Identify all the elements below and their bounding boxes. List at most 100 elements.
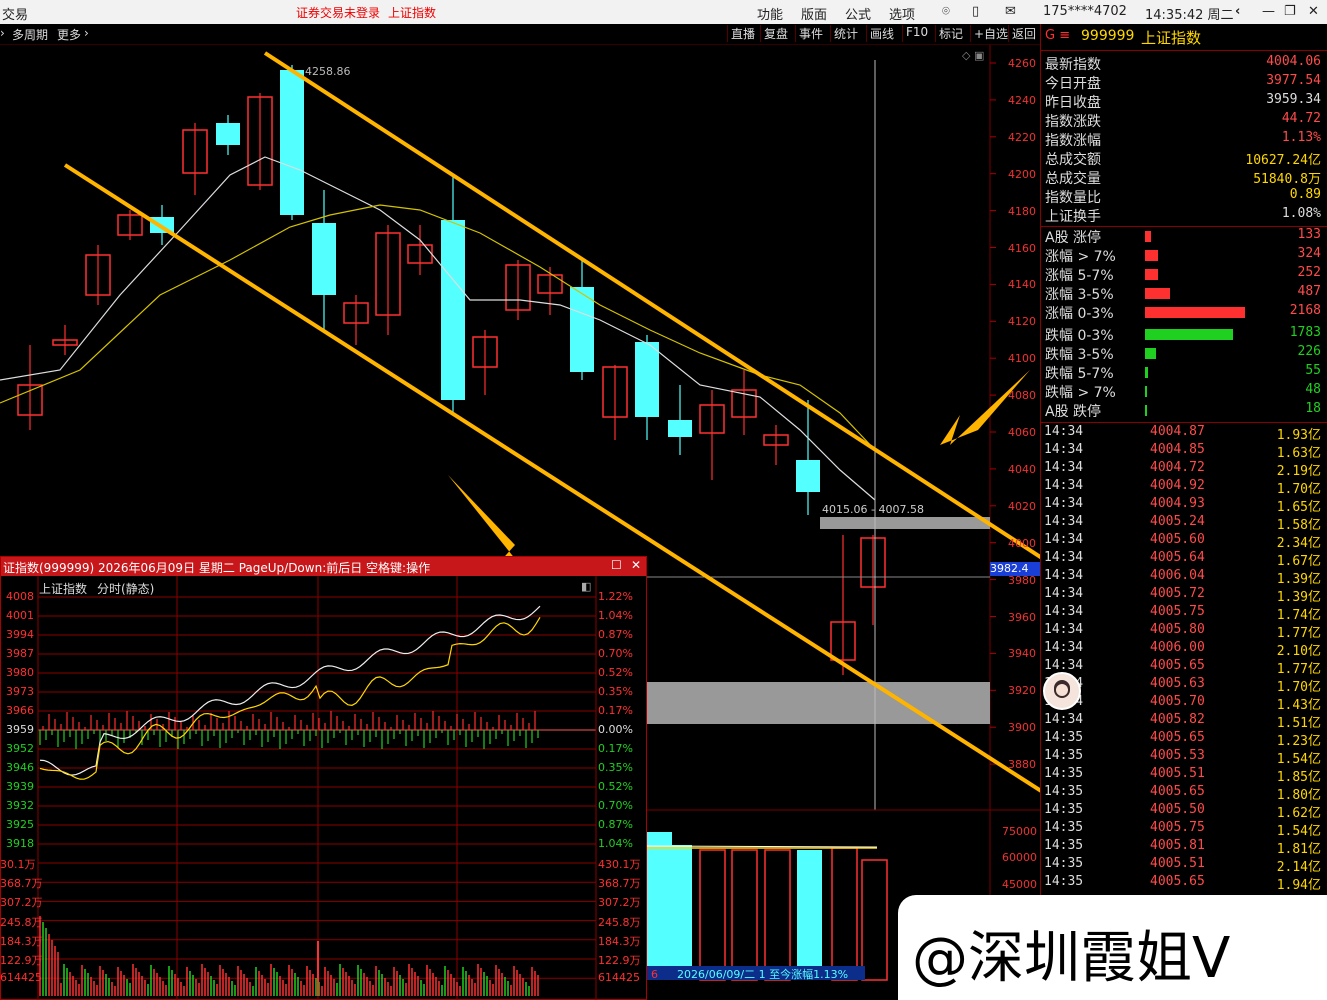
intraday-price-tick: 3918 [6,837,34,850]
multi-period-button[interactable]: 多周期 [12,26,48,43]
tick-volume: 1.58亿 [1276,518,1321,533]
quote-row: 指数量比 0.89 [1045,187,1325,206]
breadth-value: 133 [1297,227,1321,242]
breadth-bar [1145,288,1170,299]
breadth-row[interactable]: 涨幅 5-7% 252 [1045,265,1325,284]
return-button[interactable]: 返回 [1008,25,1039,42]
intraday-vol-tick-left: 122.9万 [0,954,43,967]
code-prefix[interactable]: G ≡ [1045,28,1070,43]
breadth-row[interactable]: 涨幅 0-3% 2168 [1045,303,1325,322]
price-band-lower [647,682,990,724]
quote-row: 上证换手 1.08% [1045,206,1325,225]
tick-time: 14:35 [1044,838,1084,853]
tick-time: 14:34 [1044,442,1084,457]
tick-volume: 1.70亿 [1276,482,1321,497]
back-icon[interactable]: ‹ [1235,4,1240,19]
tick-price: 4005.51 [1150,766,1205,781]
menu-function[interactable]: 功能 [757,4,783,23]
breadth-label: 跌幅 3-5% [1045,347,1114,363]
candle-body [216,123,240,145]
tick-price: 4005.70 [1150,694,1205,709]
breadth-row[interactable]: 跌幅 3-5% 226 [1045,344,1325,363]
tick-volume: 1.51亿 [1276,716,1321,731]
breadth-row[interactable]: 涨幅 3-5% 487 [1045,284,1325,303]
stock-code: 999999 [1081,28,1135,44]
login-status[interactable]: 证券交易未登录 [296,4,380,21]
quote-label: 上证换手 [1045,209,1101,225]
add-watchlist-button[interactable]: +自选 [970,25,1011,42]
f10-button[interactable]: F10 [902,25,931,42]
minimize-icon[interactable]: — [1262,4,1275,19]
breadth-row[interactable]: 跌幅 5-7% 55 [1045,363,1325,382]
mail-icon[interactable]: ✉ [1005,4,1016,19]
breadth-row[interactable]: A股 跌停 18 [1045,401,1325,420]
tick-price: 4005.53 [1150,748,1205,763]
events-button[interactable]: 事件 [795,25,826,42]
quote-row: 昨日收盘 3959.34 [1045,92,1325,111]
tick-price: 4005.60 [1150,532,1205,547]
tick-time: 14:35 [1044,784,1084,799]
breadth-row[interactable]: A股 涨停 133 [1045,227,1325,246]
restore-icon[interactable]: ❐ [1284,4,1296,19]
y-axis-tick: 4140 [1008,278,1036,292]
breadth-row[interactable]: 涨幅 > 7% 324 [1045,246,1325,265]
more-button[interactable]: 更多 [57,26,81,43]
volume-bar [831,847,858,981]
tick-volume: 1.39亿 [1276,572,1321,587]
breadth-value: 18 [1305,401,1321,416]
quote-value: 51840.8万 [1253,172,1321,187]
intraday-vol-tick-right: 430.1万 [598,858,641,871]
mark-button[interactable]: 标记 [935,25,966,42]
breadth-label: 涨幅 3-5% [1045,287,1114,303]
close-icon[interactable]: ✕ [1308,4,1319,19]
tick-price: 4004.85 [1150,442,1205,457]
replay-button[interactable]: 复盘 [760,25,791,42]
breadth-row[interactable]: 跌幅 > 7% 48 [1045,382,1325,401]
tick-price: 4005.65 [1150,784,1205,799]
chat-icon[interactable]: ⌾ [942,4,950,19]
intraday-pct-tick: 0.17% [598,742,633,755]
y-axis-tick: 4000 [1008,536,1036,550]
intraday-price-tick: 4001 [6,609,34,622]
tick-time: 14:35 [1044,766,1084,781]
quote-row: 总成交额 10627.24亿 [1045,149,1325,168]
menu-layout[interactable]: 版面 [801,4,827,23]
quote-row: 今日开盘 3977.54 [1045,73,1325,92]
tick-volume: 1.43亿 [1276,698,1321,713]
tick-price: 4005.24 [1150,514,1205,529]
tick-price: 4006.00 [1150,640,1205,655]
quote-label: 指数量比 [1045,190,1101,206]
intraday-price-tick: 3980 [6,666,34,679]
menu-formula[interactable]: 公式 [845,4,871,23]
quote-value: 1.13% [1281,130,1321,145]
tick-price: 4005.81 [1150,838,1205,853]
tick-volume: 1.67亿 [1276,554,1321,569]
live-button[interactable]: 直播 [727,25,758,42]
tick-volume: 1.77亿 [1276,626,1321,641]
current-index-link[interactable]: 上证指数 [388,4,436,21]
tick-time: 14:34 [1044,550,1084,565]
phone-icon[interactable]: ▯ [972,4,979,19]
vol-tick-2: 60000 [1002,851,1037,864]
breadth-row[interactable]: 跌幅 0-3% 1783 [1045,325,1325,344]
tick-time: 14:34 [1044,496,1084,511]
intraday-vol-tick-left: 368.7万 [0,877,43,891]
tick-price: 4005.50 [1150,802,1205,817]
candle-body [280,70,304,215]
menu-options[interactable]: 选项 [889,4,915,23]
intraday-vol-tick-right: 614425 [598,971,640,985]
tick-volume: 1.54亿 [1276,752,1321,767]
avatar[interactable] [1043,672,1081,710]
draw-line-button[interactable]: 画线 [866,25,897,42]
breadth-value: 487 [1297,284,1321,299]
user-account[interactable]: 175****4702 [1043,4,1127,19]
tick-price: 4005.63 [1150,676,1205,691]
intraday-pct-tick: 1.04% [598,609,633,622]
tick-volume: 1.39亿 [1276,590,1321,605]
tick-time: 14:35 [1044,802,1084,817]
tick-time: 14:35 [1044,820,1084,835]
settings-icon[interactable]: ◇ ▣ [962,49,984,62]
tick-volume: 1.54亿 [1276,824,1321,839]
tick-price: 4005.64 [1150,550,1205,565]
stats-button[interactable]: 统计 [830,25,861,42]
